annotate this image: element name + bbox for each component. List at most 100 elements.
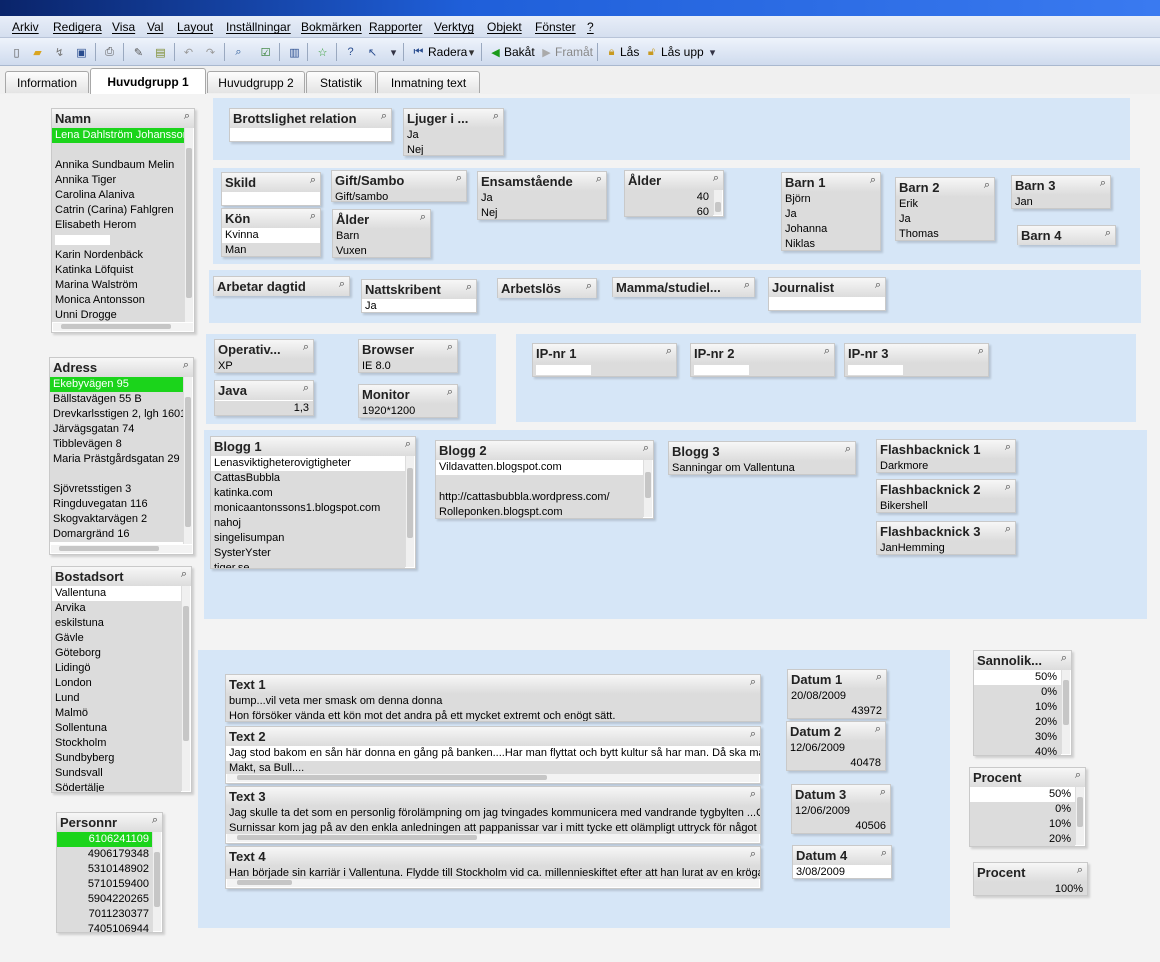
help-icon[interactable]: ?: [342, 44, 359, 60]
listbox-procent[interactable]: Procent ⌕ 50% 0% 10% 20%: [969, 767, 1086, 847]
list-item[interactable]: CattasBubbla: [211, 471, 405, 486]
list-item[interactable]: Makt, sa Bull....: [226, 761, 760, 774]
search-icon[interactable]: ⌕: [875, 723, 881, 736]
list-item[interactable]: Monica Antonsson: [52, 293, 184, 308]
listbox-bostadsort[interactable]: Bostadsort ⌕ Vallentuna Arvika eskilstuna Gä…: [51, 566, 192, 793]
search-icon[interactable]: ⌕: [447, 386, 453, 399]
listbox-alder[interactable]: Ålder ⌕ 40 60: [624, 170, 724, 217]
vertical-scrollbar[interactable]: [713, 190, 722, 215]
edit-script-icon[interactable]: ✎: [130, 44, 147, 60]
search-icon[interactable]: ⌕: [596, 173, 602, 186]
list-item[interactable]: bump...vil veta mer smask om denna donna: [226, 694, 760, 709]
search-icon[interactable]: ⌕: [1005, 523, 1011, 536]
menu-fonster[interactable]: Fönster: [535, 20, 576, 34]
list-item[interactable]: Sollentuna: [52, 721, 181, 736]
list-item[interactable]: 50%: [970, 787, 1075, 802]
search-icon[interactable]: ⌕: [303, 382, 309, 395]
list-item[interactable]: Man: [222, 243, 320, 256]
listbox-ljuger[interactable]: Ljuger i ... ⌕ Ja Nej: [403, 108, 504, 156]
back-icon[interactable]: ◀: [487, 44, 504, 60]
listbox-blogg-3[interactable]: Blogg 3 ⌕ Sanningar om Vallentuna: [668, 441, 856, 475]
list-item[interactable]: [52, 143, 184, 158]
list-item[interactable]: Jag stod bakom en sån här donna en gång …: [226, 746, 760, 761]
list-item[interactable]: Catrin (Carina) Fahlgren: [52, 203, 184, 218]
list-item[interactable]: Lena Dahlström Johansson: [52, 128, 184, 143]
list-item[interactable]: Skogvaktarvägen 2: [50, 512, 183, 527]
list-item[interactable]: Karin Nordenbäck: [52, 248, 184, 263]
listbox-arbetslos[interactable]: Arbetslös ⌕: [497, 278, 597, 298]
list-item[interactable]: Jag skulle ta det som en personlig förol…: [226, 806, 760, 821]
list-item[interactable]: Ringduvegatan 116: [50, 497, 183, 512]
list-item[interactable]: Hon försöker vända ett kön mot det andra…: [226, 709, 760, 721]
menu-verktyg[interactable]: Verktyg: [434, 20, 474, 34]
list-item[interactable]: http://cattasbubbla.wordpress.com/: [436, 490, 643, 505]
list-item[interactable]: [230, 128, 391, 141]
search-icon[interactable]: ⌕: [984, 179, 990, 192]
list-item[interactable]: Annika Sundbaum Melin: [52, 158, 184, 173]
list-item[interactable]: Ekebyvägen 95: [50, 377, 183, 392]
search-icon[interactable]: ⌕: [339, 278, 345, 291]
list-item[interactable]: Arvika: [52, 601, 181, 616]
list-item[interactable]: Vuxen: [333, 244, 430, 257]
list-item[interactable]: 4906179348: [57, 847, 153, 862]
list-item[interactable]: 7405106944: [57, 922, 153, 932]
listbox-text-3[interactable]: Text 3 ⌕ Jag skulle ta det som en personl…: [225, 786, 761, 844]
lock-button[interactable]: Lås: [620, 45, 639, 59]
list-item[interactable]: 1,3: [215, 401, 313, 415]
search-icon[interactable]: ⌕: [1100, 177, 1106, 190]
list-item[interactable]: [769, 297, 885, 310]
listbox-sannolikhet[interactable]: Sannolik... ⌕ 50% 0% 10% 20% 30% 40%: [973, 650, 1072, 756]
redo-icon[interactable]: ↷: [202, 44, 219, 60]
search-icon[interactable]: ⌕: [1005, 481, 1011, 494]
search-icon[interactable]: ⌕: [230, 44, 247, 60]
list-item[interactable]: Ja: [362, 299, 476, 312]
toolbar-overflow-icon[interactable]: ▾: [385, 44, 402, 60]
search-icon[interactable]: ⌕: [1005, 441, 1011, 454]
list-item[interactable]: 7011230377: [57, 907, 153, 922]
listbox-browser[interactable]: Browser ⌕ IE 8.0: [358, 339, 458, 373]
list-item[interactable]: Vildavatten.blogspot.com: [436, 460, 643, 475]
reload-data-icon[interactable]: ▤: [152, 44, 169, 60]
unlock-button[interactable]: Lås upp: [661, 45, 704, 59]
listbox-barn-4[interactable]: Barn 4 ⌕: [1017, 225, 1116, 245]
list-item[interactable]: 5904220265: [57, 892, 153, 907]
list-item[interactable]: IE 8.0: [359, 359, 457, 372]
listbox-flashbacknick-3[interactable]: Flashbacknick 3 ⌕ JanHemming: [876, 521, 1016, 555]
menu-layout[interactable]: Layout: [177, 20, 213, 34]
list-item[interactable]: 40506: [792, 819, 890, 833]
list-item[interactable]: Gift/sambo: [332, 190, 466, 201]
tab-information[interactable]: Information: [5, 71, 89, 93]
list-item[interactable]: 5710159400: [57, 877, 153, 892]
listbox-blogg-1[interactable]: Blogg 1 ⌕ Lenasviktigheterovigtigheter Cat…: [210, 436, 416, 569]
listbox-mamma-studieledig[interactable]: Mamma/studiel... ⌕: [612, 277, 755, 297]
list-item[interactable]: Niklas: [782, 237, 880, 250]
listbox-operativsystem[interactable]: Operativ... ⌕ XP: [214, 339, 314, 373]
search-icon[interactable]: ⌕: [184, 110, 190, 123]
horizontal-scrollbar[interactable]: [227, 834, 759, 842]
list-item[interactable]: 5310148902: [57, 862, 153, 877]
listbox-ensamstaende[interactable]: Ensamstående ⌕ Ja Nej: [477, 171, 607, 220]
horizontal-scrollbar[interactable]: [227, 774, 759, 782]
search-icon[interactable]: ⌕: [405, 438, 411, 451]
listbox-personnr[interactable]: Personnr ⌕ 6106241109 4906179348 5310148902…: [56, 812, 163, 933]
menu-rapporter[interactable]: Rapporter: [369, 20, 422, 34]
vertical-scrollbar[interactable]: [152, 832, 161, 931]
listbox-flashbacknick-1[interactable]: Flashbacknick 1 ⌕ Darkmore: [876, 439, 1016, 473]
menu-redigera[interactable]: Redigera: [53, 20, 102, 34]
search-icon[interactable]: ⌕: [1075, 769, 1081, 782]
list-item[interactable]: Södertälje: [52, 781, 181, 792]
list-item[interactable]: 10%: [970, 817, 1075, 832]
search-icon[interactable]: ⌕: [493, 110, 499, 123]
search-icon[interactable]: ⌕: [1077, 864, 1083, 877]
search-icon[interactable]: ⌕: [1105, 227, 1111, 240]
list-item[interactable]: Annika Tiger: [52, 173, 184, 188]
vertical-scrollbar[interactable]: [1061, 670, 1070, 754]
listbox-flashbacknick-2[interactable]: Flashbacknick 2 ⌕ Bikershell: [876, 479, 1016, 513]
list-item[interactable]: 0%: [970, 802, 1075, 817]
vertical-scrollbar[interactable]: [184, 128, 193, 322]
list-item[interactable]: 100%: [974, 882, 1087, 895]
search-icon[interactable]: ⌕: [978, 345, 984, 358]
list-item[interactable]: Maria Prästgårdsgatan 29: [50, 452, 183, 467]
menu-arkiv[interactable]: Arkiv: [12, 20, 39, 34]
listbox-nattskribent[interactable]: Nattskribent ⌕ Ja: [361, 279, 477, 313]
